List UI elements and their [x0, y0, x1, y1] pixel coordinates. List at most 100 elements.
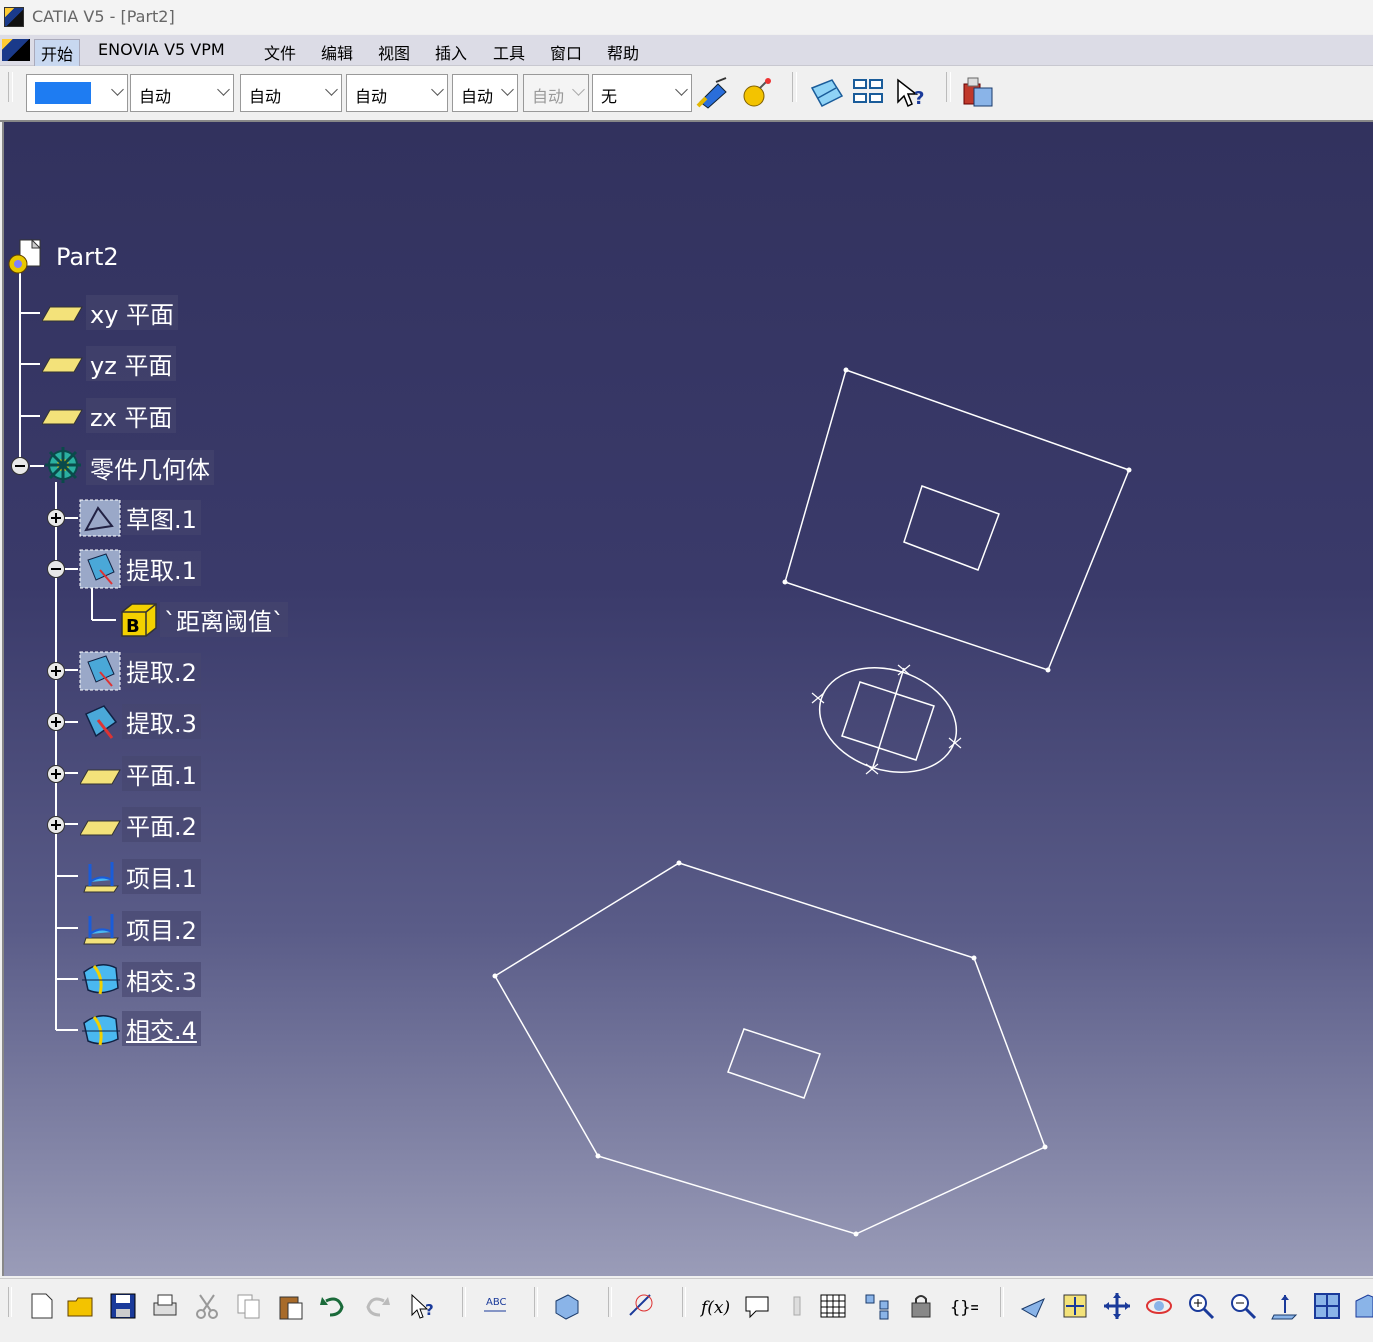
sketch-outer-quad[interactable]: [784, 369, 1130, 671]
copy-icon[interactable]: [234, 1291, 264, 1321]
formula-icon[interactable]: f(x): [700, 1291, 730, 1321]
design-table-icon[interactable]: [818, 1291, 848, 1321]
expand-toggle[interactable]: [47, 509, 65, 527]
chevron-down-icon: [325, 83, 338, 96]
spell-check-icon[interactable]: ABC: [480, 1291, 510, 1321]
law-icon[interactable]: [782, 1291, 812, 1321]
redo-icon[interactable]: [362, 1291, 392, 1321]
3d-viewport[interactable]: Part2 xy 平面 yz 平面 zx 平面 零件几何体 草图.1 提取.1: [2, 122, 1373, 1276]
iso-view-icon[interactable]: [1352, 1291, 1373, 1321]
tree-item-xy-plane[interactable]: xy 平面: [86, 295, 179, 330]
knowledge-tree-icon[interactable]: [862, 1291, 892, 1321]
expand-toggle[interactable]: [47, 816, 65, 834]
combo-value: 自动: [355, 87, 388, 106]
catia-app-icon[interactable]: [4, 7, 24, 27]
whats-this-icon[interactable]: ?: [894, 76, 928, 110]
toolbar-grip[interactable]: [792, 72, 797, 102]
tree-item-intersect-3[interactable]: 相交.3: [122, 962, 201, 997]
tree-item-projection-2[interactable]: 项目.2: [122, 911, 201, 946]
menu-tools[interactable]: 工具: [487, 39, 531, 65]
parameters-icon[interactable]: {}=: [948, 1291, 978, 1321]
sketch-inner-quad[interactable]: [903, 485, 1000, 571]
bomb-icon[interactable]: [740, 76, 774, 110]
tree-item-distance-threshold[interactable]: `距离阈值`: [160, 602, 288, 637]
menu-help[interactable]: 帮助: [601, 39, 645, 65]
combo-value: 自动: [461, 87, 494, 106]
tree-item-extract-3[interactable]: 提取.3: [122, 704, 201, 739]
menu-insert[interactable]: 插入: [429, 39, 473, 65]
menu-window[interactable]: 窗口: [544, 39, 588, 65]
rotate-icon[interactable]: [1144, 1291, 1174, 1321]
layer-combo[interactable]: 无: [592, 74, 692, 112]
catalog-browser-icon[interactable]: [962, 76, 996, 110]
zoom-in-icon[interactable]: [1186, 1291, 1216, 1321]
transparency-combo[interactable]: 自动: [130, 74, 234, 112]
zoom-out-icon[interactable]: [1228, 1291, 1258, 1321]
geometry-canvas[interactable]: [4, 122, 1373, 1276]
toolbar-grip[interactable]: [946, 72, 951, 102]
point-type-combo[interactable]: 自动: [452, 74, 518, 112]
tree-root-part[interactable]: Part2: [52, 243, 123, 271]
toolbar-grip[interactable]: [8, 72, 13, 102]
cut-icon[interactable]: [192, 1291, 222, 1321]
whats-this-icon[interactable]: ?: [408, 1291, 438, 1321]
tree-item-plane-2[interactable]: 平面.2: [122, 807, 201, 842]
pan-icon[interactable]: [1102, 1291, 1132, 1321]
fit-all-icon[interactable]: [1060, 1291, 1090, 1321]
print-icon[interactable]: [150, 1291, 180, 1321]
painter-icon[interactable]: [696, 76, 730, 110]
toolbar-grip[interactable]: [8, 1287, 12, 1317]
plane-compass-icon[interactable]: [810, 76, 844, 110]
rendering-combo[interactable]: 自动: [523, 74, 589, 112]
normal-view-icon[interactable]: [1270, 1291, 1300, 1321]
undo-icon[interactable]: [318, 1291, 348, 1321]
combo-value: 无: [601, 87, 618, 106]
svg-text:{}=: {}=: [950, 1298, 978, 1318]
menu-enovia[interactable]: ENOVIA V5 VPM: [92, 39, 231, 60]
chevron-down-icon: [217, 83, 230, 96]
chevron-down-icon: [572, 83, 585, 96]
projected-hexagon[interactable]: [493, 862, 1046, 1235]
tree-item-projection-1[interactable]: 项目.1: [122, 859, 201, 894]
tree-item-sketch-1[interactable]: 草图.1: [122, 500, 201, 535]
catia-logo-icon[interactable]: [2, 39, 30, 61]
save-icon[interactable]: [108, 1291, 138, 1321]
open-folder-icon[interactable]: [66, 1291, 96, 1321]
menu-start[interactable]: 开始: [34, 39, 81, 67]
tree-item-intersect-4[interactable]: 相交.4: [122, 1011, 201, 1046]
expand-toggle[interactable]: [47, 713, 65, 731]
selection-sets-icon[interactable]: [852, 76, 886, 110]
extract-icon: [85, 705, 118, 739]
expand-toggle[interactable]: [47, 765, 65, 783]
tree-item-part-body[interactable]: 零件几何体: [86, 450, 214, 485]
tree-item-extract-2[interactable]: 提取.2: [122, 653, 201, 688]
menu-view[interactable]: 视图: [372, 39, 416, 65]
tree-item-extract-1[interactable]: 提取.1: [122, 551, 201, 586]
collapse-toggle[interactable]: [11, 457, 29, 475]
linewidth-combo[interactable]: 自动: [240, 74, 342, 112]
part-document-icon[interactable]: [6, 238, 48, 278]
fly-mode-icon[interactable]: [1018, 1291, 1048, 1321]
color-combo[interactable]: [26, 74, 128, 112]
multi-view-icon[interactable]: [1312, 1291, 1342, 1321]
svg-text:?: ?: [425, 1301, 434, 1319]
extract-icon: [79, 651, 121, 691]
tree-item-plane-1[interactable]: 平面.1: [122, 756, 201, 791]
projected-inner-quad[interactable]: [727, 1028, 821, 1099]
collapse-toggle[interactable]: [47, 560, 65, 578]
toolbar-separator: [1000, 1287, 1004, 1317]
toolbar-separator: [682, 1287, 686, 1317]
tree-item-zx-plane[interactable]: zx 平面: [86, 398, 177, 433]
measure-icon[interactable]: [626, 1291, 656, 1321]
part-body-icon[interactable]: [552, 1291, 582, 1321]
lock-icon[interactable]: [906, 1291, 936, 1321]
expand-toggle[interactable]: [47, 662, 65, 680]
comment-icon[interactable]: [742, 1291, 772, 1321]
menu-file[interactable]: 文件: [258, 39, 302, 65]
linetype-combo[interactable]: 自动: [346, 74, 448, 112]
new-document-icon[interactable]: [26, 1291, 56, 1321]
paste-icon[interactable]: [276, 1291, 306, 1321]
menu-edit[interactable]: 编辑: [315, 39, 359, 65]
intersection-icon: [82, 1015, 120, 1046]
tree-item-yz-plane[interactable]: yz 平面: [86, 346, 177, 381]
